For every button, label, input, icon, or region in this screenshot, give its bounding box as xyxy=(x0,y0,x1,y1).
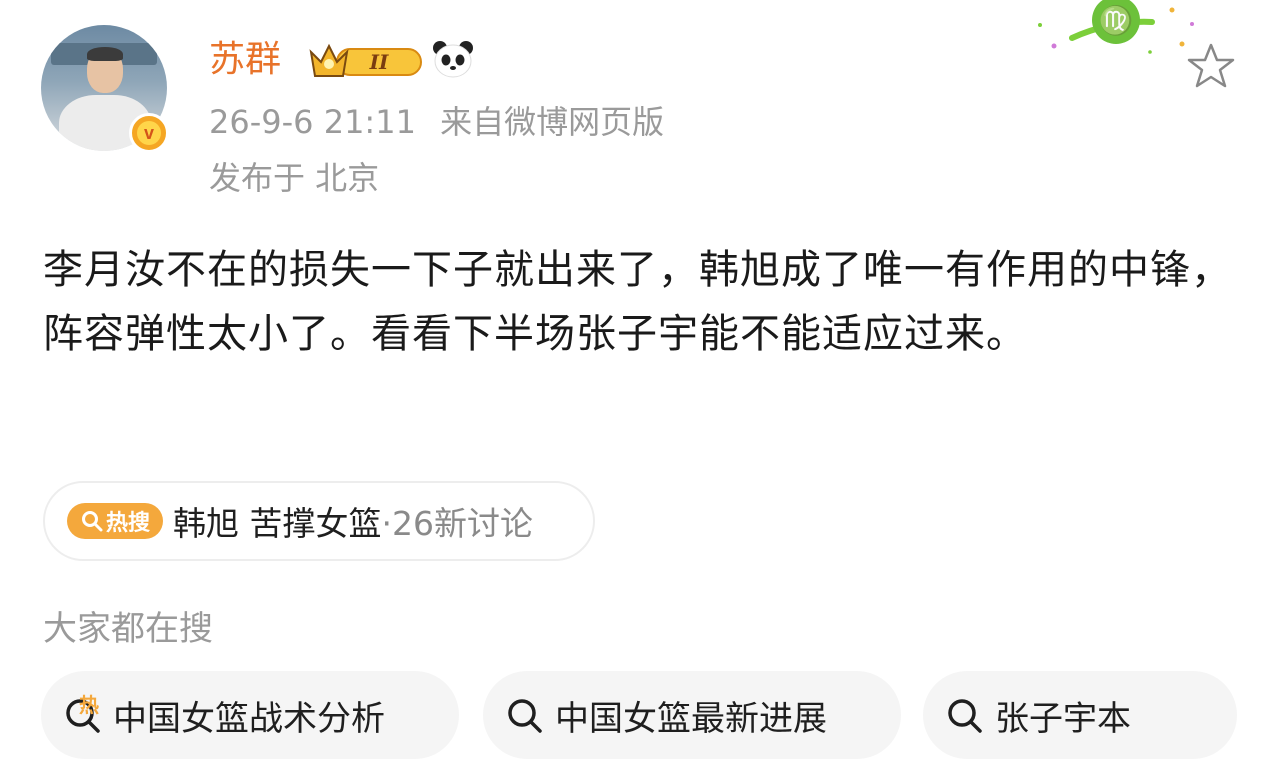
search-icon xyxy=(948,699,982,733)
related-search-label: 中国女篮最新进展 xyxy=(555,698,827,739)
star-outline-icon[interactable] xyxy=(1186,42,1236,90)
crown-level-icon: II xyxy=(309,43,422,77)
panda-icon xyxy=(433,41,473,78)
post-meta: 26-9-6 21:11 来自微博网页版 xyxy=(209,102,664,142)
related-searches-title: 大家都在搜 xyxy=(43,609,213,649)
search-icon xyxy=(81,511,103,532)
hot-search-title: 韩旭 苦撑女篮 xyxy=(173,504,382,543)
search-icon xyxy=(508,699,542,733)
verified-v-icon: v xyxy=(129,113,169,153)
virgo-zodiac-icon: ♍ xyxy=(1038,0,1194,54)
post-source: 来自微博网页版 xyxy=(440,103,665,141)
avatar-hair xyxy=(87,47,123,61)
post-content: 李月汝不在的损失一下子就出来了，韩旭成了唯一有作用的中锋，阵容弹性太小了。看看下… xyxy=(43,247,1232,357)
related-search-item[interactable]: 中国女篮最新进展 xyxy=(483,671,901,759)
related-search-item[interactable]: 张子宇本 xyxy=(923,671,1237,759)
author-name[interactable]: 苏群 xyxy=(209,38,281,82)
related-search-label: 中国女篮战术分析 xyxy=(113,698,385,739)
hot-search-count: ·26新讨论 xyxy=(381,504,533,543)
hot-search-tag-label: 热搜 xyxy=(105,511,150,536)
post-location: 发布于 北京 xyxy=(209,159,380,197)
related-search-item[interactable]: 热 中国女篮战术分析 xyxy=(41,671,459,759)
post-timestamp[interactable]: 26-9-6 21:11 xyxy=(209,103,416,141)
related-search-label: 张子宇本 xyxy=(995,698,1131,739)
svg-text:♍: ♍ xyxy=(1099,4,1134,37)
hot-search-topic[interactable]: 热搜 韩旭 苦撑女篮 ·26新讨论 xyxy=(43,481,595,561)
hot-search-tag: 热搜 xyxy=(67,503,163,539)
hot-mark: 热 xyxy=(79,693,99,717)
level-badge-text: II xyxy=(369,50,389,74)
